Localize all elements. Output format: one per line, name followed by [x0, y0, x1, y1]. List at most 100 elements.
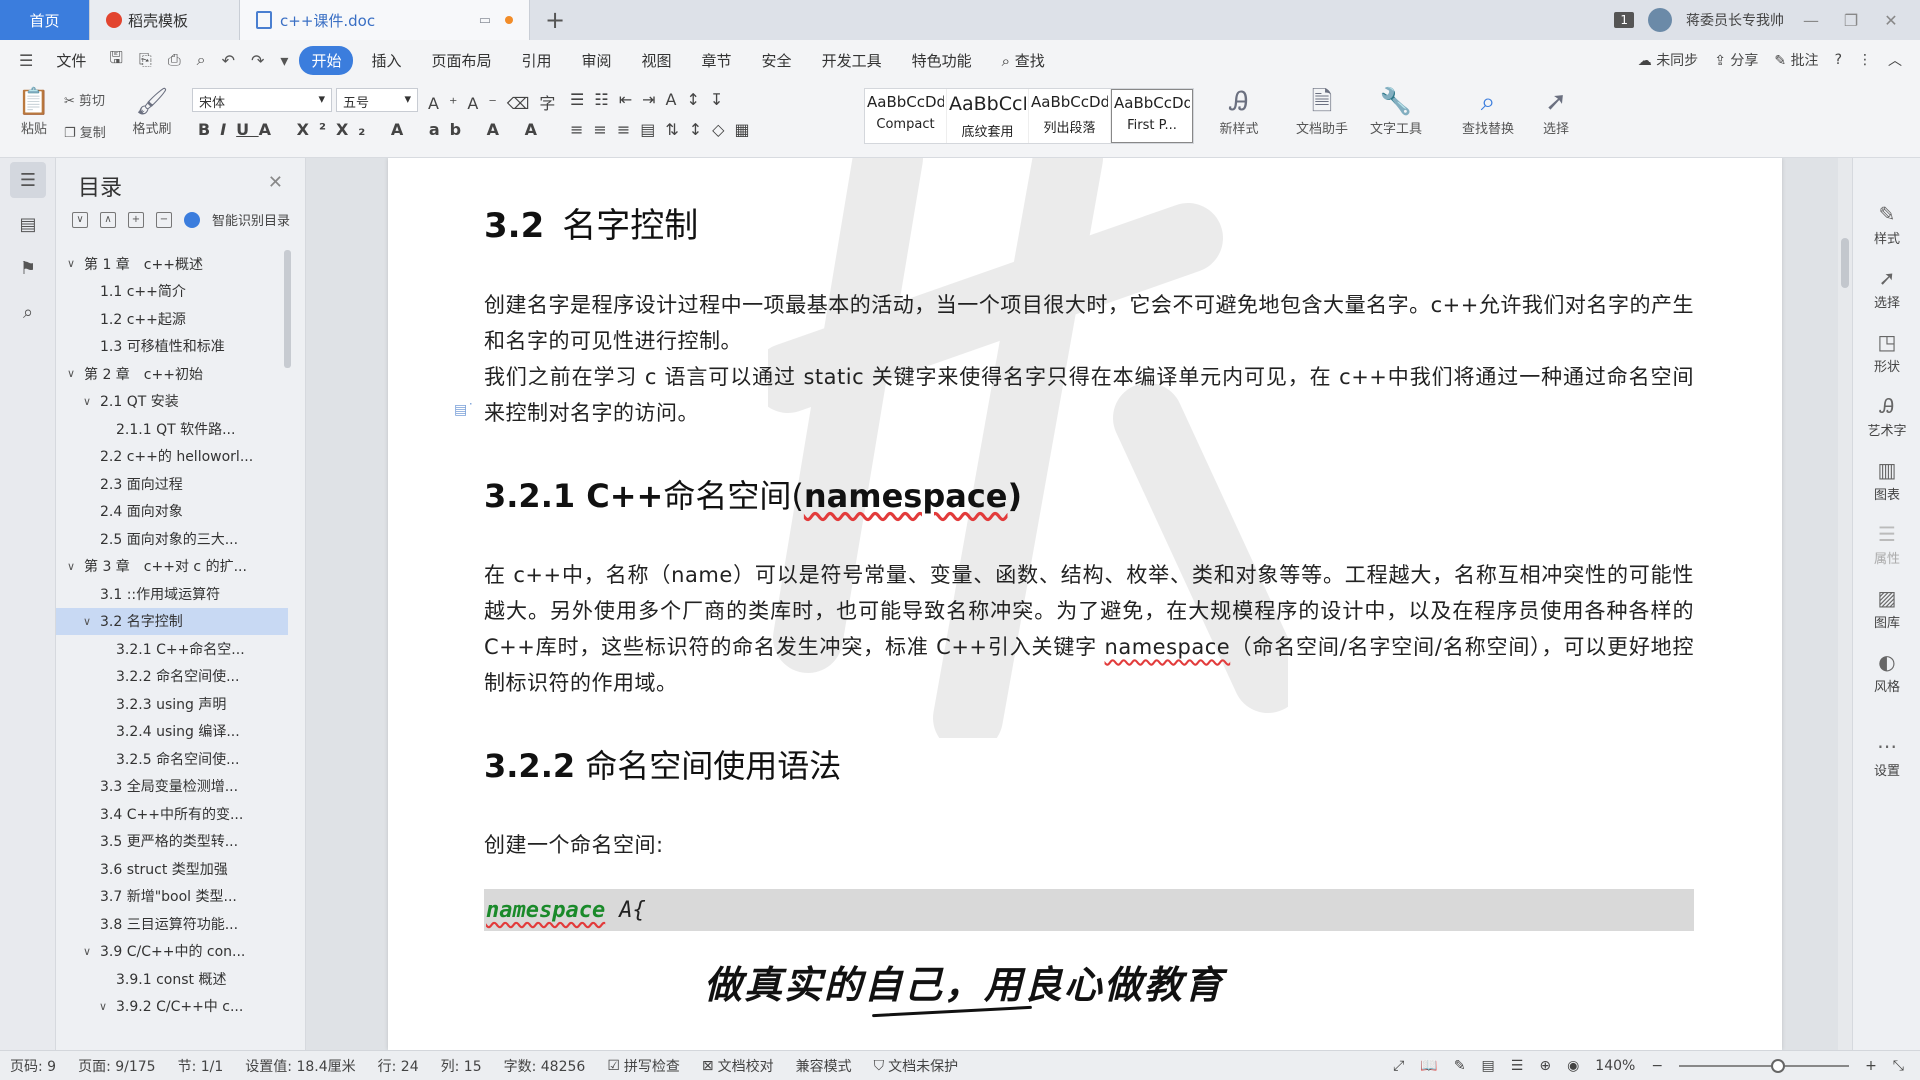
toc-item[interactable]: ∨ 第 2 章 c++初始 [56, 360, 288, 388]
fit-window-icon[interactable]: ⤡ [1893, 1058, 1904, 1074]
scrollbar-thumb[interactable] [1841, 238, 1849, 288]
select-panel-button[interactable]: ➚ 选择 [1853, 266, 1920, 311]
close-icon[interactable]: ✕ [1878, 11, 1904, 30]
paste-button[interactable]: 📋 粘贴 [12, 86, 56, 137]
toc-item[interactable]: 2.3 面向过程 [56, 470, 288, 498]
paragraph-handle-icon[interactable]: ▤˙ [454, 402, 474, 418]
zoom-out-icon[interactable]: − [1651, 1058, 1663, 1074]
zoom-level[interactable]: 140% [1595, 1058, 1635, 1074]
menu-features[interactable]: 特色功能 [900, 46, 984, 75]
remove-heading-icon[interactable]: − [156, 211, 172, 228]
collapse-all-icon[interactable]: ∨ [72, 211, 88, 228]
comment-button[interactable]: ✎ 批注 [1774, 50, 1818, 70]
restore-icon[interactable]: ❐ [1838, 11, 1864, 30]
toc-item[interactable]: 2.2 c++的 helloworl... [56, 443, 288, 471]
gallery-panel-button[interactable]: ▨ 图库 [1853, 586, 1920, 631]
toc-item[interactable]: ∨ 3.2 名字控制 [56, 607, 288, 635]
settings-panel-button[interactable]: ⋯ 设置 [1853, 734, 1920, 779]
toc-item[interactable]: 3.2.1 C++命名空... [56, 635, 288, 663]
shapes-panel-button[interactable]: ◳ 形状 [1853, 330, 1920, 375]
protect-button[interactable]: ⛉ 文档未保护 [874, 1056, 959, 1076]
zoom-in-icon[interactable]: + [1865, 1058, 1877, 1074]
preview-icon[interactable]: ⌕ [192, 50, 211, 70]
cut-button[interactable]: ✂ 剪切 [64, 90, 105, 109]
outline-view-icon[interactable]: ☰ [1511, 1058, 1524, 1074]
zoom-slider-knob[interactable] [1771, 1058, 1786, 1073]
hamburger-icon[interactable]: ☰ [14, 51, 38, 70]
new-tab-button[interactable]: + [530, 0, 580, 40]
menu-search[interactable]: ⌕ 查找 [990, 46, 1057, 75]
fullscreen-icon[interactable]: ⤢ [1393, 1058, 1404, 1074]
toc-item[interactable]: 3.1 ::作用域运算符 [56, 580, 288, 608]
help-icon[interactable]: ? [1835, 52, 1842, 68]
toc-item[interactable]: ∨ 2.1 QT 安装 [56, 388, 288, 416]
collapse-ribbon-icon[interactable]: ︿ [1888, 50, 1902, 70]
chevron-down-icon[interactable]: ∨ [96, 1000, 110, 1013]
spell-check-button[interactable]: ☑ 拼写检查 [607, 1056, 680, 1076]
chevron-down-icon[interactable]: ∨ [64, 257, 78, 270]
avatar[interactable] [1648, 8, 1672, 32]
more-icon[interactable]: ⋮ [1858, 52, 1872, 68]
toc-item[interactable]: 3.9.1 const 概述 [56, 965, 288, 993]
toc-item[interactable]: ∨ 3.9 C/C++中的 con... [56, 938, 288, 966]
style-first-paragraph[interactable]: AaBbCcDd First P... [1111, 89, 1193, 143]
toc-item[interactable]: 3.6 struct 类型加强 [56, 855, 288, 883]
toc-item[interactable]: 3.5 更严格的类型转... [56, 828, 288, 856]
chevron-down-icon[interactable]: ∨ [64, 367, 78, 380]
status-col[interactable]: 列: 15 [441, 1056, 482, 1076]
align-group[interactable]: ≡≡≡▤⇅↕◇▦ [570, 120, 760, 139]
status-setting[interactable]: 设置值: 18.4厘米 [245, 1056, 355, 1076]
menu-developer[interactable]: 开发工具 [810, 46, 894, 75]
style-list-paragraph[interactable]: AaBbCcDd 列出段落 [1029, 89, 1111, 143]
menu-layout[interactable]: 页面布局 [419, 46, 503, 75]
font-name-select[interactable]: 宋体 ▾ [192, 88, 332, 112]
tab-docer-templates[interactable]: 稻壳模板 [90, 0, 240, 40]
toc-item[interactable]: 3.8 三目运算符功能... [56, 910, 288, 938]
menu-security[interactable]: 安全 [750, 46, 804, 75]
find-replace-button[interactable]: ⌕ 查找替换 [1452, 86, 1524, 137]
copy-button[interactable]: ❐ 复制 [64, 122, 106, 141]
read-mode-icon[interactable]: 📖 [1420, 1058, 1437, 1074]
redo-icon[interactable]: ↷ [246, 51, 269, 70]
status-section[interactable]: 节: 1/1 [178, 1056, 224, 1076]
share-button[interactable]: ⇪ 分享 [1714, 50, 1758, 70]
toc-item[interactable]: 3.4 C++中所有的变... [56, 800, 288, 828]
tab-document[interactable]: c++课件.doc ▭ [240, 0, 530, 40]
menu-start[interactable]: 开始 [299, 45, 354, 75]
toc-item[interactable]: 1.3 可移植性和标准 [56, 333, 288, 361]
user-name[interactable]: 蒋委员长专我帅 [1686, 10, 1784, 30]
chevron-down-icon[interactable]: ∨ [80, 395, 94, 408]
eye-protect-icon[interactable]: ◉ [1567, 1058, 1579, 1074]
document-page[interactable]: ▤˙ 3.2 名字控制 创建名字是程序设计过程中一项最基本的活动，当一个项目很大时… [388, 158, 1782, 1050]
toc-item[interactable]: 3.7 新增"bool 类型... [56, 883, 288, 911]
print-icon[interactable]: ⎙ [163, 50, 186, 70]
status-page-number[interactable]: 页码: 9 [10, 1056, 56, 1076]
smart-toc-button[interactable]: 智能识别目录 [212, 210, 290, 229]
chevron-down-icon[interactable]: ∨ [80, 615, 94, 628]
minimize-icon[interactable]: — [1798, 11, 1824, 30]
document-scrollbar[interactable] [1838, 158, 1852, 1050]
file-menu[interactable]: 文件 [44, 46, 98, 75]
new-style-button[interactable]: Ꭿ 新样式 [1210, 86, 1268, 137]
toc-item[interactable]: 2.4 面向对象 [56, 498, 288, 526]
style-compact[interactable]: AaBbCcDd Compact [865, 89, 947, 143]
pages-icon[interactable]: ▤ [10, 206, 46, 242]
text-format-group[interactable]: BIUA X²X₂ A ab A A [198, 120, 547, 139]
toc-item[interactable]: 3.2.3 using 声明 [56, 690, 288, 718]
toc-scrollbar[interactable] [284, 250, 291, 368]
styles-panel-button[interactable]: ✎ 样式 [1853, 202, 1920, 247]
menu-insert[interactable]: 插入 [359, 46, 413, 75]
toc-item[interactable]: 2.5 面向对象的三大... [56, 525, 288, 553]
zoom-slider[interactable] [1679, 1058, 1850, 1073]
text-tools-button[interactable]: 🔧 文字工具 [1360, 86, 1432, 137]
window-count-badge[interactable]: 1 [1614, 12, 1634, 28]
menu-references[interactable]: 引用 [509, 46, 563, 75]
save-icon[interactable]: 🖫 [104, 47, 128, 74]
web-view-icon[interactable]: ⊕ [1539, 1058, 1551, 1074]
menu-review[interactable]: 审阅 [570, 46, 624, 75]
format-painter-button[interactable]: 🖌 格式刷 [128, 86, 176, 137]
font-size-select[interactable]: 五号 ▾ [336, 88, 418, 112]
status-word-count[interactable]: 字数: 48256 [504, 1056, 586, 1076]
quick-access-dropdown-icon[interactable]: ▾ [275, 51, 293, 70]
toc-item[interactable]: 3.2.5 命名空间使... [56, 745, 288, 773]
